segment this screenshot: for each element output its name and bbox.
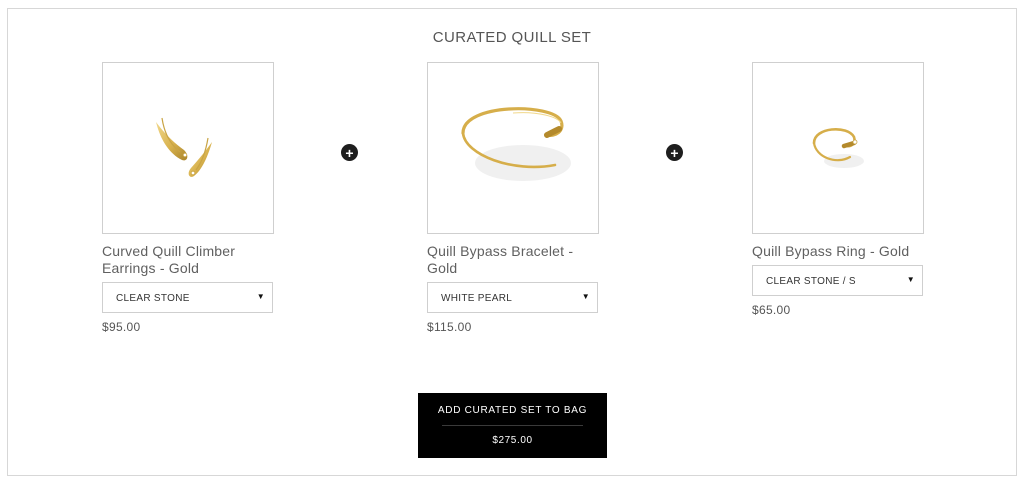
product-name[interactable]: Curved Quill Climber Earrings - Gold bbox=[102, 243, 274, 277]
option-select-value: CLEAR STONE bbox=[116, 293, 190, 304]
caret-down-icon: ▼ bbox=[581, 292, 590, 301]
product-card-earrings: Curved Quill Climber Earrings - Gold CLE… bbox=[102, 62, 274, 334]
product-name[interactable]: Quill Bypass Ring - Gold bbox=[752, 243, 924, 260]
option-select[interactable]: WHITE PEARL ▼ bbox=[427, 282, 598, 313]
product-image-earrings[interactable] bbox=[102, 62, 274, 234]
product-image-ring[interactable] bbox=[752, 62, 924, 234]
option-select[interactable]: CLEAR STONE ▼ bbox=[102, 282, 273, 313]
product-name[interactable]: Quill Bypass Bracelet - Gold bbox=[427, 243, 599, 277]
product-card-bracelet: Quill Bypass Bracelet - Gold WHITE PEARL… bbox=[427, 62, 599, 334]
product-price: $95.00 bbox=[102, 320, 141, 334]
add-curated-set-to-bag-button[interactable]: ADD CURATED SET TO BAG $275.00 bbox=[418, 393, 607, 458]
product-image-bracelet[interactable] bbox=[427, 62, 599, 234]
curated-set-panel: CURATED QUILL SET Curved Quill Climber E… bbox=[7, 8, 1017, 476]
quill-climber-earrings-image bbox=[156, 117, 212, 177]
caret-down-icon: ▼ bbox=[906, 275, 915, 284]
option-select-value: WHITE PEARL bbox=[441, 293, 513, 304]
option-select-value: CLEAR STONE / S bbox=[766, 276, 856, 287]
quill-bypass-ring-image bbox=[812, 128, 864, 168]
add-to-bag-label: ADD CURATED SET TO BAG bbox=[437, 405, 588, 416]
product-price: $115.00 bbox=[427, 320, 472, 334]
option-select[interactable]: CLEAR STONE / S ▼ bbox=[752, 265, 923, 296]
product-price: $65.00 bbox=[752, 303, 791, 317]
button-divider bbox=[442, 425, 583, 426]
set-total-price: $275.00 bbox=[492, 435, 533, 446]
section-title: CURATED QUILL SET bbox=[432, 29, 592, 46]
quill-bypass-bracelet-image bbox=[461, 107, 571, 181]
plus-icon: + bbox=[341, 144, 358, 161]
plus-icon: + bbox=[666, 144, 683, 161]
product-card-ring: Quill Bypass Ring - Gold CLEAR STONE / S… bbox=[752, 62, 924, 317]
caret-down-icon: ▼ bbox=[256, 292, 265, 301]
